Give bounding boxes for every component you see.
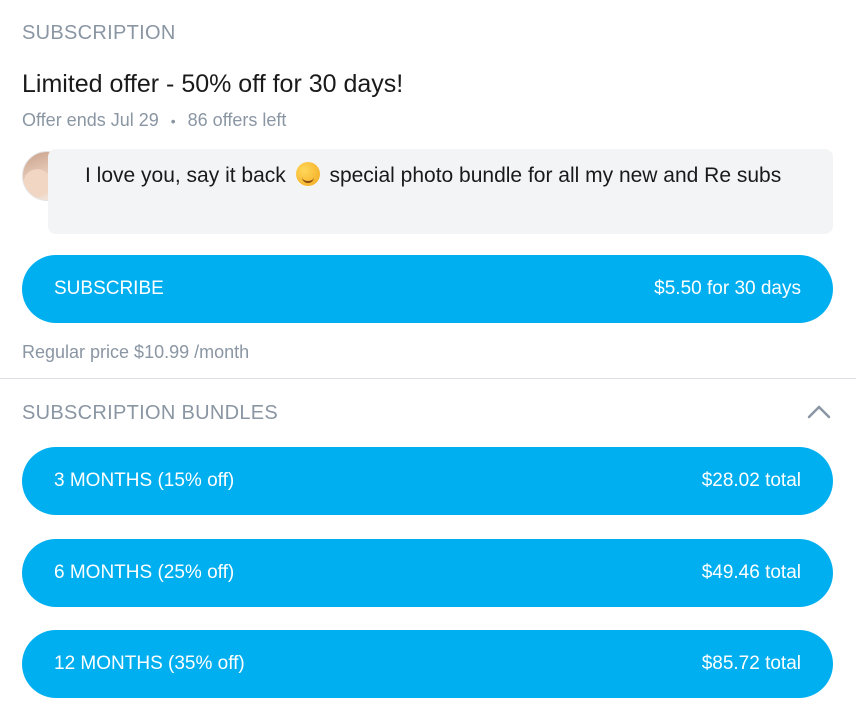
bundle-price: $28.02 total — [701, 470, 801, 491]
offer-title: Limited offer - 50% off for 30 days! — [22, 70, 404, 98]
bundles-section-label: SUBSCRIPTION BUNDLES — [22, 402, 279, 424]
smiling-face-with-tongue-icon — [295, 162, 320, 186]
bundle-6-months-button[interactable]: 6 MONTHS (25% off) $49.46 total — [22, 539, 833, 607]
message-text-part2: special photo bundle for all my new and … — [329, 164, 782, 187]
offer-ends-text: Offer ends Jul 29 — [22, 110, 159, 130]
subscribe-button-price: $5.50 for 30 days — [654, 278, 801, 299]
subscribe-button[interactable]: SUBSCRIBE $5.50 for 30 days — [22, 255, 833, 323]
offers-left-text: 86 offers left — [187, 110, 287, 130]
meta-separator: • — [170, 112, 176, 129]
subscribe-button-label: SUBSCRIBE — [54, 278, 164, 299]
bundle-3-months-button[interactable]: 3 MONTHS (15% off) $28.02 total — [22, 447, 833, 515]
bundle-label: 6 MONTHS (25% off) — [54, 562, 235, 583]
bundle-price: $85.72 total — [701, 653, 801, 674]
bundle-12-months-button[interactable]: 12 MONTHS (35% off) $85.72 total — [22, 630, 833, 698]
message-text-part1: I love you, say it back — [85, 164, 286, 187]
bundle-price: $49.46 total — [701, 562, 801, 583]
regular-price-text: Regular price $10.99 /month — [22, 342, 250, 362]
bundle-label: 12 MONTHS (35% off) — [54, 653, 245, 674]
section-divider — [0, 378, 856, 379]
offer-meta: Offer ends Jul 29 • 86 offers left — [22, 110, 286, 131]
offer-message: I love you, say it back special photo bu… — [48, 149, 833, 234]
chevron-up-icon[interactable] — [806, 402, 832, 422]
bundle-label: 3 MONTHS (15% off) — [54, 470, 235, 491]
subscription-section-label: SUBSCRIPTION — [22, 22, 176, 44]
